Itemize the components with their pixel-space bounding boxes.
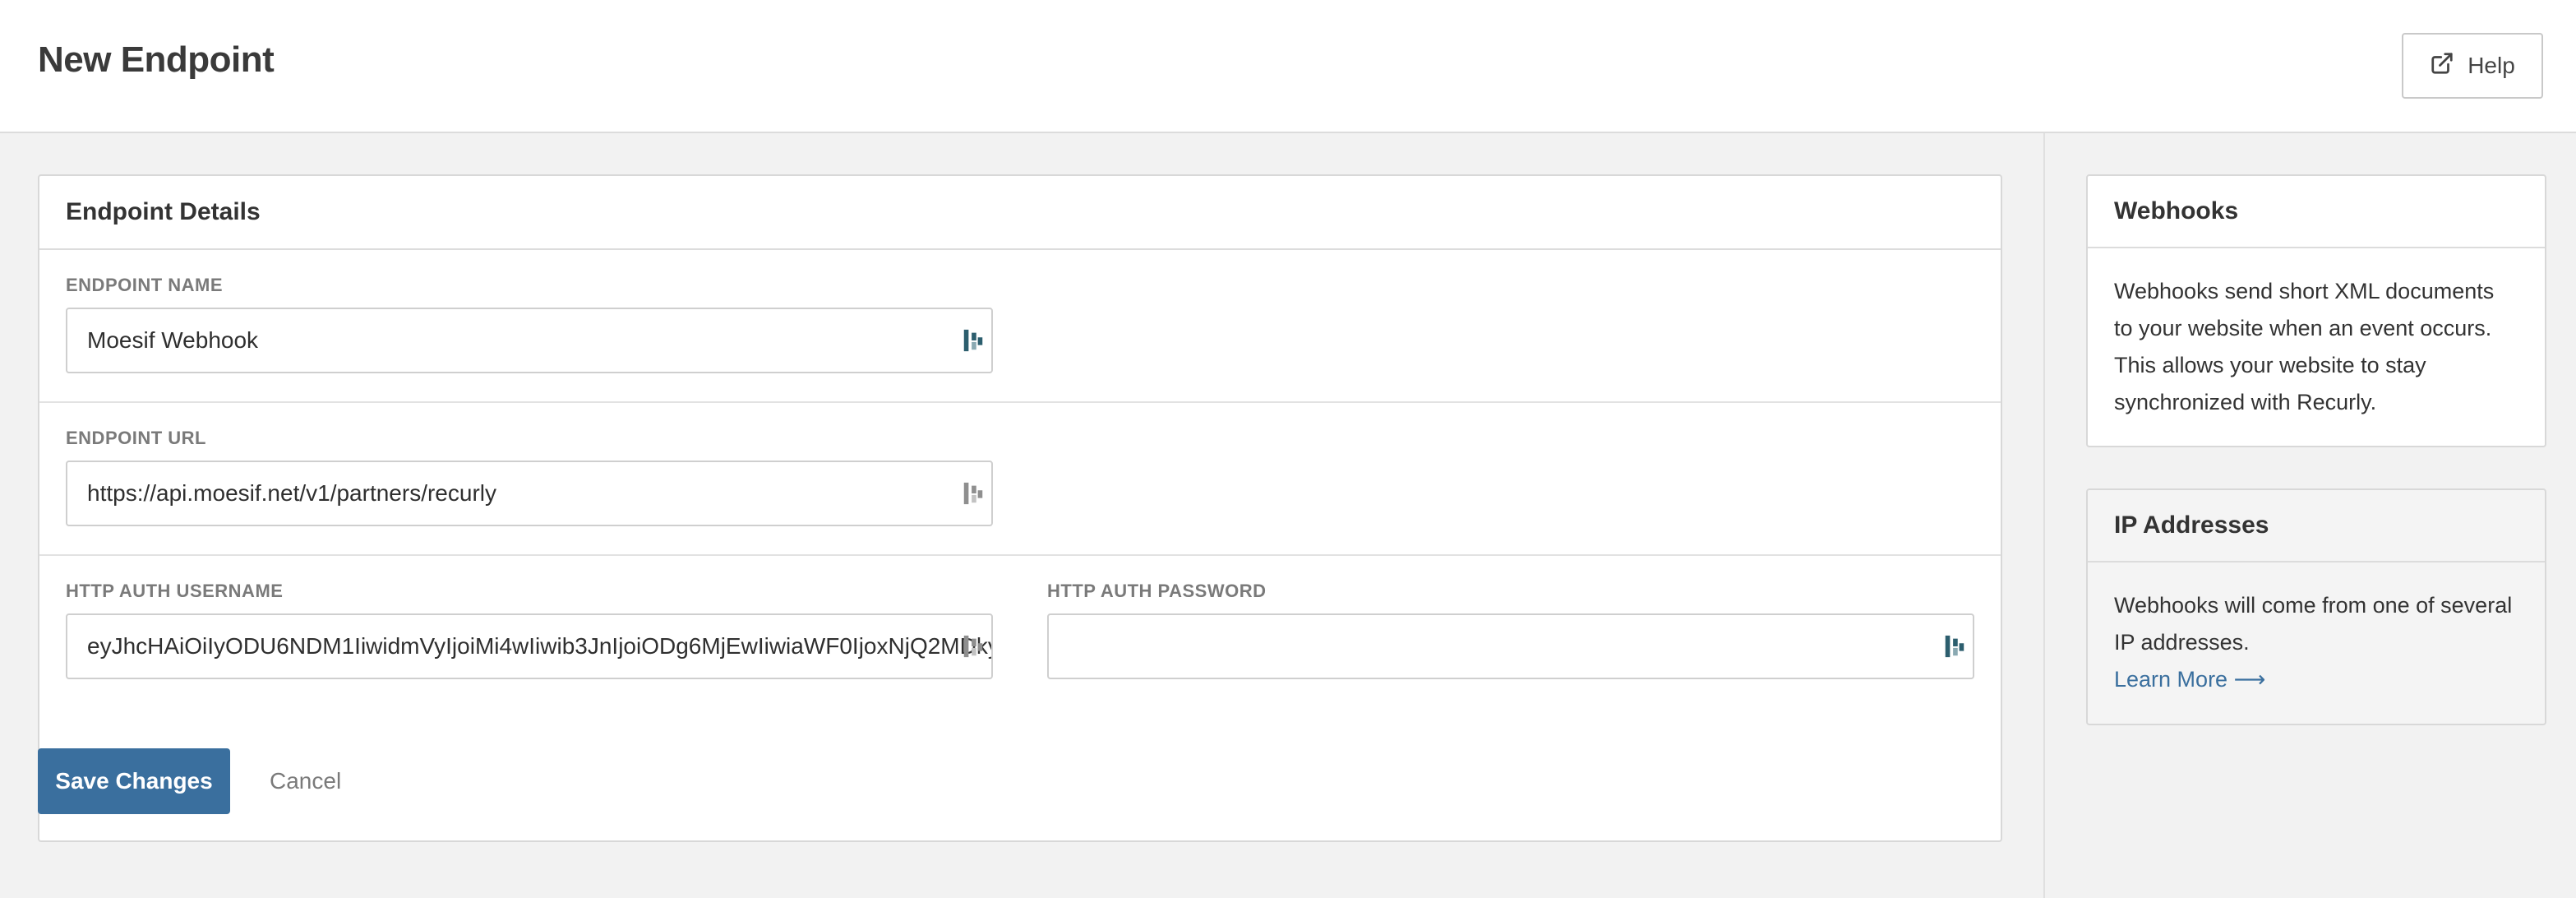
webhooks-card-body: Webhooks send short XML documents to you… — [2114, 279, 2495, 414]
webhooks-card-title: Webhooks — [2088, 176, 2545, 248]
ip-addresses-text: Webhooks will come from one of several I… — [2114, 593, 2513, 655]
password-manager-icon[interactable] — [963, 634, 983, 659]
webhooks-info-card: Webhooks Webhooks send short XML documen… — [2086, 174, 2546, 447]
main-content: Endpoint Details ENDPOINT NAME Moesif We… — [0, 133, 2043, 898]
help-button[interactable]: Help — [2402, 33, 2543, 99]
endpoint-name-value: Moesif Webhook — [87, 327, 259, 353]
external-link-icon — [2430, 51, 2454, 81]
auth-username-input[interactable]: eyJhcHAiOiIyODU6NDM1IiwidmVyIjoiMi4wIiwi… — [66, 613, 993, 679]
ip-addresses-card: IP Addresses Webhooks will come from one… — [2086, 488, 2546, 725]
top-bar: New Endpoint Help — [0, 0, 2576, 133]
password-manager-icon[interactable] — [1945, 634, 1964, 659]
endpoint-name-input[interactable]: Moesif Webhook — [66, 308, 993, 373]
sidebar: Webhooks Webhooks send short XML documen… — [2043, 133, 2576, 898]
save-changes-button[interactable]: Save Changes — [38, 748, 230, 814]
page-title: New Endpoint — [38, 39, 275, 80]
auth-password-input[interactable] — [1047, 613, 1974, 679]
cancel-link[interactable]: Cancel — [270, 768, 341, 794]
endpoint-name-label: ENDPOINT NAME — [66, 275, 224, 295]
auth-username-value: eyJhcHAiOiIyODU6NDM1IiwidmVyIjoiMi4wIiwi… — [87, 633, 993, 659]
ip-addresses-card-title: IP Addresses — [2088, 490, 2545, 562]
password-manager-icon[interactable] — [963, 328, 983, 353]
form-actions: Save Changes Cancel — [38, 748, 341, 814]
ip-addresses-card-body: Webhooks will come from one of several I… — [2088, 562, 2545, 723]
endpoint-url-section: ENDPOINT URL https://api.moesif.net/v1/p… — [39, 403, 2001, 556]
endpoint-url-value: https://api.moesif.net/v1/partners/recur… — [87, 480, 496, 506]
help-label: Help — [2468, 53, 2515, 78]
learn-more-link[interactable]: Learn More ⟶ — [2114, 667, 2265, 692]
auth-password-label: HTTP AUTH PASSWORD — [1047, 581, 1267, 601]
endpoint-name-section: ENDPOINT NAME Moesif Webhook — [39, 250, 2001, 403]
endpoint-details-panel: Endpoint Details ENDPOINT NAME Moesif We… — [38, 174, 2002, 842]
endpoint-url-label: ENDPOINT URL — [66, 428, 206, 448]
password-manager-icon[interactable] — [963, 481, 983, 506]
endpoint-url-input[interactable]: https://api.moesif.net/v1/partners/recur… — [66, 461, 993, 526]
panel-title: Endpoint Details — [39, 176, 2001, 250]
auth-username-label: HTTP AUTH USERNAME — [66, 581, 284, 601]
http-auth-section: HTTP AUTH USERNAME eyJhcHAiOiIyODU6NDM1I… — [39, 556, 2001, 709]
